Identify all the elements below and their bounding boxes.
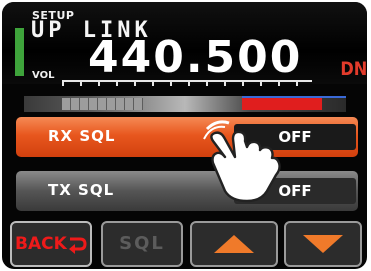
volume-tick: [80, 82, 82, 86]
volume-tick: [296, 82, 298, 86]
menu-item-rx-sql[interactable]: RX SQL OFF: [16, 117, 358, 157]
meter-segment: [98, 98, 107, 110]
volume-tick: [188, 82, 190, 86]
meter-segment: [71, 98, 80, 110]
back-button[interactable]: BACK: [10, 221, 92, 267]
sql-button[interactable]: SQL: [101, 221, 183, 267]
volume-tick: [116, 82, 118, 86]
meter-segment: [80, 98, 89, 110]
triangle-up-icon: [214, 235, 254, 253]
meter-segment: [107, 98, 116, 110]
status-panel: SETUP UP LINK VOL 440.500 DN: [2, 2, 367, 86]
pointing-hand-icon: [203, 120, 281, 203]
volume-tick: [260, 82, 262, 86]
meter-red-zone: [242, 98, 322, 110]
frequency-display: 440.500: [88, 32, 303, 83]
signal-meter: [24, 96, 346, 112]
menu-item-label: TX SQL: [48, 181, 115, 199]
volume-label: VOL: [32, 70, 55, 81]
volume-tick: [242, 82, 244, 86]
meter-segment: [116, 98, 125, 110]
sql-label: SQL: [119, 233, 165, 254]
volume-tick: [170, 82, 172, 86]
status-bar-indicator: [15, 28, 24, 76]
meter-segment: [134, 98, 143, 110]
triangle-down-icon: [303, 235, 343, 253]
meter-segment: [125, 98, 134, 110]
down-button[interactable]: [284, 221, 362, 267]
volume-tick: [224, 82, 226, 86]
volume-scale: [62, 80, 312, 88]
return-arrow-icon: [69, 237, 87, 254]
volume-tick: [62, 82, 64, 86]
up-button[interactable]: [190, 221, 278, 267]
menu-item-label: RX SQL: [48, 127, 116, 145]
volume-tick: [206, 82, 208, 86]
volume-tick: [152, 82, 154, 86]
radio-screen: SETUP UP LINK VOL 440.500 DN RX SQL OFF …: [2, 2, 367, 269]
volume-tick: [134, 82, 136, 86]
menu-item-tx-sql[interactable]: TX SQL OFF: [16, 171, 358, 211]
volume-tick: [278, 82, 280, 86]
direction-label: DN: [340, 58, 367, 80]
meter-segment: [62, 98, 71, 110]
back-label: BACK: [15, 234, 67, 254]
meter-segment: [89, 98, 98, 110]
volume-tick: [98, 82, 100, 86]
